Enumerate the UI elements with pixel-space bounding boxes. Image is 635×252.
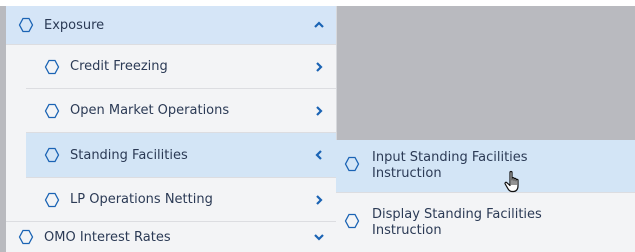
menu-item-label: Exposure bbox=[44, 17, 105, 33]
submenu-item-label-line2: Instruction bbox=[372, 166, 442, 181]
menu-item-exposure[interactable]: Exposure bbox=[6, 6, 336, 44]
hand-pointer-cursor-icon bbox=[503, 170, 525, 194]
menu-item-label: Credit Freezing bbox=[70, 59, 168, 74]
menu-item-omo-interest-rates[interactable]: OMO Interest Rates bbox=[6, 222, 336, 252]
chevron-right-icon[interactable] bbox=[308, 192, 330, 208]
submenu-item-label-line2: Instruction bbox=[372, 222, 442, 238]
hexagon-icon bbox=[344, 213, 360, 233]
menu-item-label: Open Market Operations bbox=[70, 103, 230, 118]
hexagon-icon bbox=[44, 103, 60, 119]
hexagon-icon bbox=[18, 229, 34, 245]
menu-item-open-market-operations[interactable]: Open Market Operations bbox=[26, 89, 336, 132]
menu-item-label: Standing Facilities bbox=[70, 147, 188, 163]
navigation-menu: Exposure Credit Freezing Open Market Ope… bbox=[6, 6, 337, 252]
hexagon-icon bbox=[44, 147, 60, 163]
menu-item-label: OMO Interest Rates bbox=[44, 229, 171, 245]
standing-facilities-submenu: Input Standing Facilities Instruction Di… bbox=[336, 140, 635, 252]
chevron-down-icon[interactable] bbox=[308, 229, 330, 245]
hexagon-icon bbox=[44, 59, 60, 75]
chevron-right-icon[interactable] bbox=[308, 103, 330, 119]
menu-item-credit-freezing[interactable]: Credit Freezing bbox=[26, 45, 336, 88]
submenu-item-label-line1: Display Standing Facilities bbox=[372, 206, 542, 222]
menu-item-standing-facilities[interactable]: Standing Facilities bbox=[26, 133, 336, 177]
hexagon-icon bbox=[18, 17, 34, 33]
menu-item-label: LP Operations Netting bbox=[70, 192, 213, 207]
chevron-right-icon[interactable] bbox=[308, 59, 330, 75]
submenu-item-input-standing-facilities[interactable]: Input Standing Facilities Instruction bbox=[336, 140, 635, 192]
chevron-left-icon[interactable] bbox=[308, 147, 330, 163]
submenu-item-label: Display Standing Facilities Instruction bbox=[372, 207, 542, 239]
submenu-item-display-standing-facilities[interactable]: Display Standing Facilities Instruction bbox=[336, 193, 635, 252]
submenu-item-label-line1: Input Standing Facilities bbox=[372, 150, 528, 165]
hexagon-icon bbox=[44, 192, 60, 208]
hexagon-icon bbox=[344, 156, 360, 176]
menu-item-lp-operations-netting[interactable]: LP Operations Netting bbox=[26, 178, 336, 221]
chevron-up-icon[interactable] bbox=[308, 17, 330, 33]
